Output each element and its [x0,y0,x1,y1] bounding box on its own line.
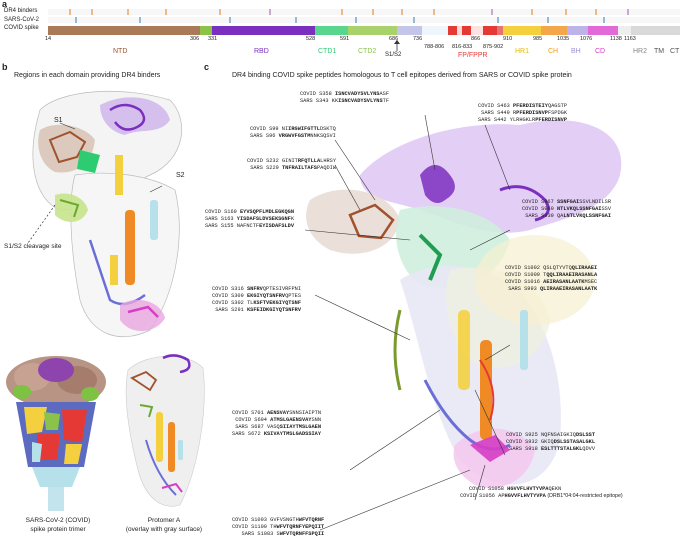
pos-875-902: 875-902 [483,44,504,50]
caption-protomer-1: Protomer A [147,517,181,524]
label-s2: S2 [176,172,185,179]
protomer-domain-structure [27,90,183,338]
pos-1163: 1163 [624,36,636,42]
pos-910: 910 [503,36,513,42]
domain-ch: CH [548,48,559,55]
peptide-line: COVID S316 SNFRVQPTESIVRFPNI [212,286,302,292]
domain-bh: BH [571,48,581,55]
caption-trimer-1: SARS-CoV-2 (COVID) [25,517,91,524]
pos-816-833: 816-833 [452,44,473,50]
peptide-line: COVID S701 AENSVAYSNNSIAIPTN [232,410,322,416]
domain-tm: TM [654,48,665,55]
peptide-line: COVID S358 ISNCVADYSVLYNSASF [300,91,390,97]
peptide-line: SARS S163 YISDAFSLDVSEKSGNFK [205,216,295,222]
peptide-line: COVID S932 GKIQDSLSSTASALGKL [506,439,596,445]
peptide-line: SARS S672 KSIVAYTMSLGADSSIAY [232,431,322,437]
pos-788-806: 788-806 [424,44,445,50]
sars-epitope-track [48,17,680,23]
peptide-line: SARS S96 VRGWVFGSTMNNKSQSVI [250,133,336,139]
peptide-group-s99: COVID S99 NIIRGWIFGTTLDSKTQ SARS S96 VRG… [250,126,336,140]
peptide-line: COVID S1100 THWFVTQRNFYEPQIIT [232,524,325,530]
peptide-group-s925: COVID S925 NQFNSAIGKIQDSLSST COVID S932 … [506,432,595,453]
domain-ctd1: CTD1 [318,48,337,55]
peptide-line: SARS S155 NAFNCTFEYISDAFSLDV [205,223,295,229]
protomer-a-overlay [125,354,205,507]
peptide-group-s967: COVID S967 SSNFGAISSVLNDILSR COVID S960 … [522,199,611,220]
caption-trimer-2: spike protein trimer [30,526,86,533]
domain-hr2: HR2 [633,48,648,55]
panel-c-title: DR4 binding COVID spike peptides homolog… [232,72,572,79]
peptide-line: COVID S925 NQFNSAIGKIQDSLSST [506,432,596,438]
peptide-line: COVID S232 GINITRFQTLLALHRSY [247,158,337,164]
panel-c-letter: c [204,62,210,72]
peptide-line: SARS S1083 SWFVTQRNFFSPQII [241,531,325,537]
peptide-line: COVID S1093 GVFVSNGTHWFVTQRNF [232,517,325,523]
peptide-line: SARS S449 RPFERDISNVPFSPDGK [481,110,568,116]
domain-cd: CD [595,48,606,55]
peptide-line: SARS S442 YLRHGKLRPFERDISNVP [478,117,568,123]
peptide-line: COVID S302 TLKSFTVEKGIYQTSNF [212,300,302,306]
domain-hr1: HR1 [515,48,530,55]
peptide-group-s701: COVID S701 AENSVAYSNNSIAIPTN COVID S694 … [232,410,321,438]
peptide-line: COVID S309 EKGIYQTSNFRVQPTES [212,293,302,299]
spike-trimer-surface [6,356,106,511]
s1s2-label: S1/S2 [385,52,402,58]
pos-985: 985 [533,36,543,42]
s1s2-arrow-icon [394,40,400,51]
pos-866: 866 [471,36,481,42]
domain-ct: CT [670,48,680,55]
peptide-line: SARS S229 TNFRAILTAFSPAQDIW [250,165,337,171]
peptide-group-s232: COVID S232 GINITRFQTLLALHRSY SARS S229 T… [247,158,336,172]
peptide-line: COVID S960 NTLVKQLSSNFGAISSV [522,206,612,212]
peptide-line: SARS S343 KKISNCVADYSVLYNSTF [300,98,390,104]
dr4-binder-track [48,9,680,15]
peptide-line: SARS S918 ESLTTTSTALGKLQDVV [509,446,596,452]
pos-528: 528 [306,36,316,42]
pos-1076: 1076 [580,36,593,42]
peptide-line: COVID S1002 QSLQTYVTQQLIRAAEI [505,265,598,271]
peptide-line: COVID S1056 APHGVVFLHVTYVPA (DRB1*04:04-… [460,493,623,499]
label-s1: S1 [54,117,63,124]
peptide-group-s169: COVID S169 EYVSQPFLMDLEGKQGN SARS S163 Y… [205,209,294,230]
peptide-line: COVID S99 NIIRGWIFGTTLDSKTQ [250,126,336,132]
peptide-line: COVID S169 EYVSQPFLMDLEGKQGN [205,209,295,215]
peptide-group-s1002: COVID S1002 QSLQTYVTQQLIRAAEI COVID S100… [505,265,597,293]
peptide-group-s316: COVID S316 SNFRVQPTESIVRFPNI COVID S309 … [212,286,301,314]
peptide-line: SARS S939 QALNTLVKQLSSNFGAI [525,213,612,219]
spike-domain-bar [48,26,680,35]
pos-736: 736 [413,36,423,42]
domain-ctd2: CTD2 [358,48,377,55]
domain-ntd: NTD [113,48,128,55]
pos-331: 331 [208,36,218,42]
peptide-line: SARS S687 VASQSIIAYTMSLGAEN [235,424,322,430]
peptide-line: COVID S1016 AEIRASANLAATKMSEC [505,279,598,285]
peptide-line: COVID S1009 TQQLIRAAEIRASANLA [505,272,598,278]
pos-306: 306 [190,36,200,42]
domain-rbd: RBD [254,48,269,55]
peptide-line: COVID S463 PFERDISTEIYQAGSTP [478,103,568,109]
caption-protomer-2: (overlay with gray surface) [125,526,203,533]
label-cleavage-site: S1/S2 cleavage site [4,243,62,250]
panel-b-title: Regions in each domain providing DR4 bin… [14,72,161,79]
peptide-line: COVID S694 ATMSLGAENSVAYSNN [235,417,322,423]
domain-fp-fppr: FP/FPPR [458,52,488,59]
pos-1035: 1035 [557,36,570,42]
peptide-group-s358: COVID S358 ISNCVADYSVLYNSASF SARS S343 K… [300,91,389,105]
peptide-line: COVID S1058 HGVVFLHVTYVPAQEKN [469,486,562,492]
panel-b-letter: b [2,62,8,72]
peptide-group-s1093: COVID S1093 GVFVSNGTHWFVTQRNF COVID S110… [232,517,324,538]
pos-591: 591 [340,36,350,42]
peptide-group-s1058: COVID S1058 HGVVFLHVTYVPAQEKN COVID S105… [460,486,623,500]
peptide-line: COVID S967 SSNFGAISSVLNDILSR [522,199,612,205]
pos-14: 14 [45,36,52,42]
pos-1138: 1138 [610,36,622,42]
peptide-line: SARS S993 QLIRAAEIRASANLAATK [508,286,598,292]
peptide-line: SARS S291 KSFEIDKGIYQTSNFRV [215,307,302,313]
peptide-group-s463: COVID S463 PFERDISTEIYQAGSTP SARS S449 R… [478,103,567,124]
